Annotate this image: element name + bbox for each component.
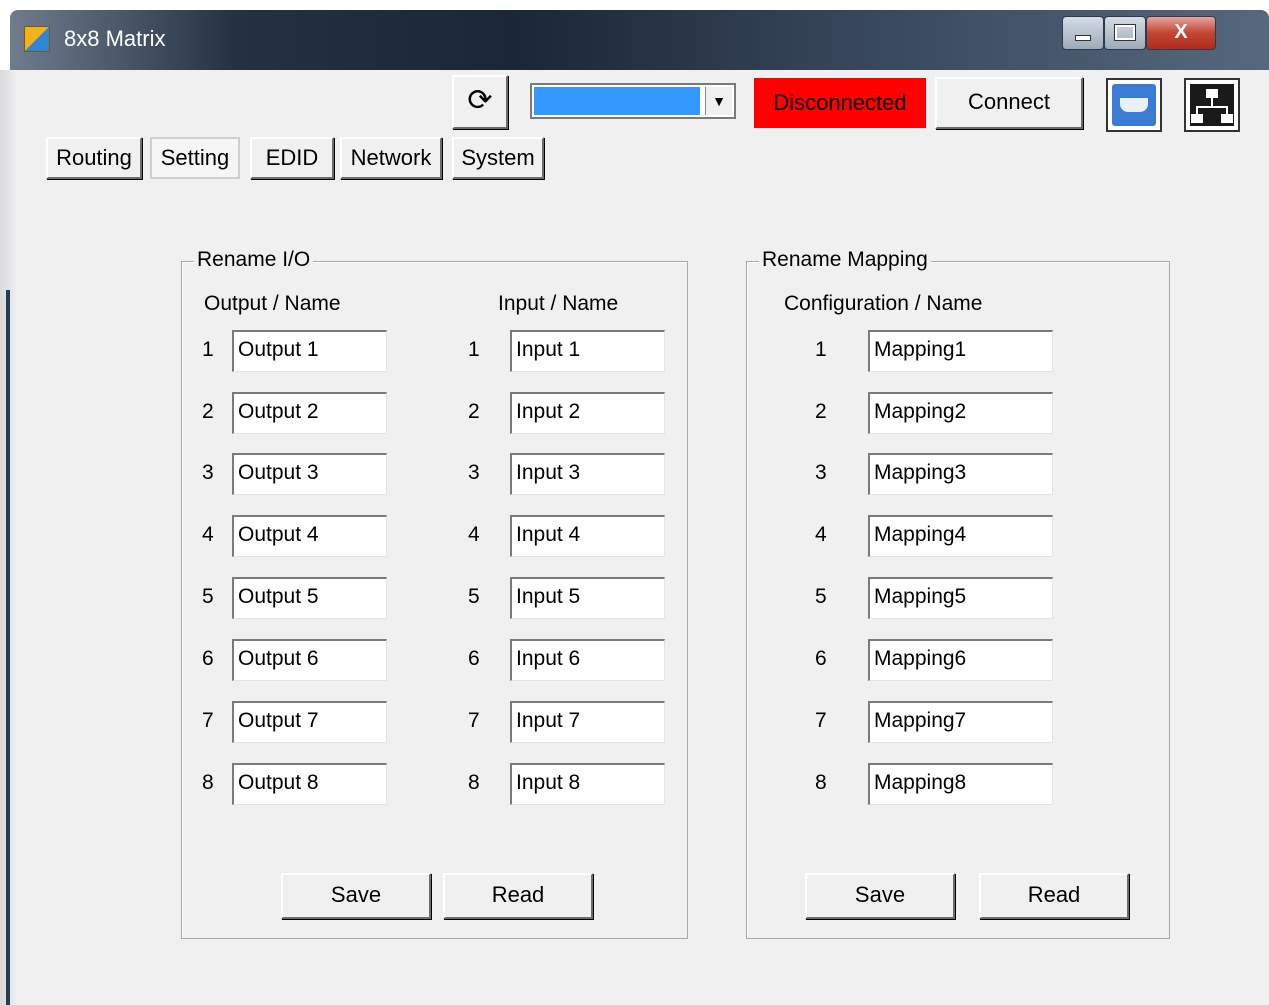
input-name-field[interactable]: Input 2	[510, 392, 665, 434]
window-title: 8x8 Matrix	[64, 26, 166, 51]
input-number: 5	[468, 585, 480, 608]
input-name-field[interactable]: Input 8	[510, 763, 665, 805]
input-number: 2	[468, 400, 480, 423]
input-number: 7	[468, 709, 480, 732]
input-name-field[interactable]: Input 1	[510, 330, 665, 372]
save-mapping-button[interactable]: Save	[805, 873, 955, 919]
network-mode-button[interactable]	[1184, 78, 1240, 132]
network-icon	[1190, 84, 1234, 126]
client-area: ⟳ ▼ Disconnected Connect Routing Setting…	[18, 70, 1269, 1005]
tab-system[interactable]: System	[452, 137, 544, 179]
configuration-name-header: Configuration / Name	[784, 292, 983, 315]
refresh-button[interactable]: ⟳	[452, 75, 508, 129]
read-mapping-button[interactable]: Read	[979, 873, 1129, 919]
output-number: 3	[202, 461, 214, 484]
mapping-number: 5	[815, 585, 827, 608]
close-button[interactable]: X	[1146, 16, 1216, 50]
connection-status: Disconnected	[754, 78, 926, 128]
serial-mode-button[interactable]	[1106, 78, 1162, 132]
window-left-edge	[0, 70, 18, 1005]
input-number: 8	[468, 771, 480, 794]
read-io-button[interactable]: Read	[443, 873, 593, 919]
output-name-field[interactable]: Output 2	[232, 392, 387, 434]
mapping-name-field[interactable]: Mapping7	[868, 701, 1053, 743]
input-name-field[interactable]: Input 7	[510, 701, 665, 743]
mapping-number: 2	[815, 400, 827, 423]
input-name-header: Input / Name	[498, 292, 619, 315]
output-name-field[interactable]: Output 3	[232, 453, 387, 495]
mapping-number: 3	[815, 461, 827, 484]
mapping-number: 6	[815, 647, 827, 670]
maximize-icon	[1115, 25, 1135, 40]
mapping-name-field[interactable]: Mapping8	[868, 763, 1053, 805]
mapping-name-field[interactable]: Mapping2	[868, 392, 1053, 434]
input-number: 3	[468, 461, 480, 484]
output-number: 2	[202, 400, 214, 423]
tab-edid[interactable]: EDID	[250, 137, 334, 179]
tab-routing[interactable]: Routing	[46, 137, 142, 179]
output-number: 1	[202, 338, 214, 361]
mapping-number: 1	[815, 338, 827, 361]
title-bar: 8x8 Matrix X	[10, 10, 1269, 70]
output-name-field[interactable]: Output 8	[232, 763, 387, 805]
minimize-button[interactable]	[1062, 16, 1104, 50]
chevron-down-icon[interactable]: ▼	[705, 87, 732, 115]
mapping-name-field[interactable]: Mapping5	[868, 577, 1053, 619]
mapping-number: 8	[815, 771, 827, 794]
tab-setting[interactable]: Setting	[150, 137, 240, 179]
minimize-icon	[1075, 35, 1091, 41]
port-select[interactable]: ▼	[530, 83, 736, 119]
rename-io-legend: Rename I/O	[194, 248, 314, 272]
output-number: 7	[202, 709, 214, 732]
output-name-field[interactable]: Output 7	[232, 701, 387, 743]
mapping-number: 7	[815, 709, 827, 732]
serial-port-icon	[1112, 84, 1156, 126]
output-number: 8	[202, 771, 214, 794]
app-icon	[24, 26, 50, 52]
input-name-field[interactable]: Input 6	[510, 639, 665, 681]
input-name-field[interactable]: Input 4	[510, 515, 665, 557]
connect-button[interactable]: Connect	[935, 77, 1083, 129]
rename-mapping-legend: Rename Mapping	[759, 248, 931, 272]
input-number: 1	[468, 338, 480, 361]
mapping-number: 4	[815, 523, 827, 546]
save-io-button[interactable]: Save	[281, 873, 431, 919]
mapping-name-field[interactable]: Mapping1	[868, 330, 1053, 372]
tab-network[interactable]: Network	[340, 137, 442, 179]
port-select-value	[534, 87, 700, 115]
output-name-field[interactable]: Output 5	[232, 577, 387, 619]
input-number: 6	[468, 647, 480, 670]
output-number: 6	[202, 647, 214, 670]
mapping-name-field[interactable]: Mapping3	[868, 453, 1053, 495]
input-number: 4	[468, 523, 480, 546]
input-name-field[interactable]: Input 3	[510, 453, 665, 495]
output-number: 5	[202, 585, 214, 608]
output-name-field[interactable]: Output 4	[232, 515, 387, 557]
output-name-header: Output / Name	[204, 292, 341, 315]
output-name-field[interactable]: Output 1	[232, 330, 387, 372]
output-number: 4	[202, 523, 214, 546]
maximize-button[interactable]	[1104, 16, 1146, 50]
mapping-name-field[interactable]: Mapping4	[868, 515, 1053, 557]
output-name-field[interactable]: Output 6	[232, 639, 387, 681]
mapping-name-field[interactable]: Mapping6	[868, 639, 1053, 681]
input-name-field[interactable]: Input 5	[510, 577, 665, 619]
